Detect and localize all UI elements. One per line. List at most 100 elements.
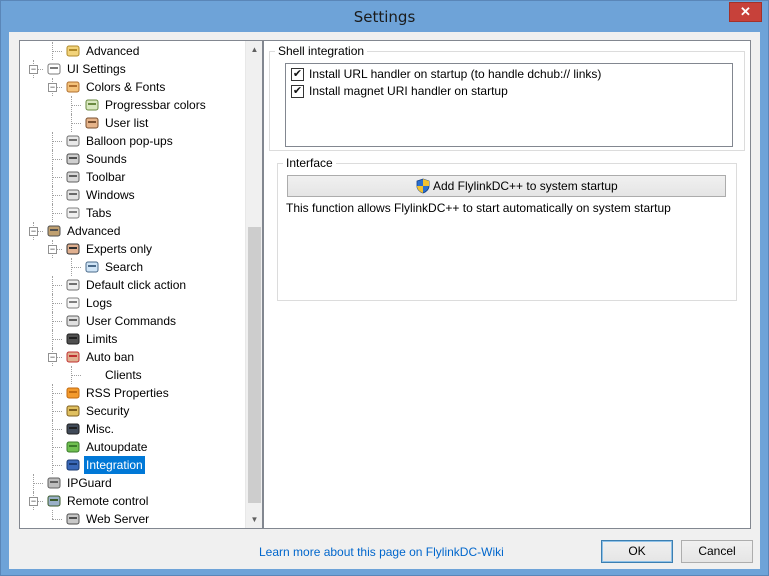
log-icon — [66, 297, 80, 309]
tree-connector — [71, 114, 72, 132]
gauge-icon — [66, 333, 80, 345]
tree-item-advanced[interactable]: Advanced — [20, 42, 246, 60]
tree-item-label: Toolbar — [86, 170, 126, 184]
tree-connector — [52, 411, 62, 412]
speaker-icon — [66, 153, 80, 165]
tree-scrollbar[interactable]: ▲ ▼ — [245, 41, 262, 528]
dialog-client-area: Advanced − UI Settings − Colors & Fonts Progr… — [9, 32, 760, 569]
shell-integration-options[interactable]: ✔ Install URL handler on startup (to han… — [285, 63, 733, 147]
tree-item-remote-control[interactable]: − Remote control — [20, 492, 246, 510]
collapse-toggle-icon[interactable]: − — [48, 245, 57, 254]
tree-item-label: Logs — [86, 296, 113, 310]
tree-connector — [52, 159, 62, 160]
tree-item-user-list[interactable]: User list — [20, 114, 246, 132]
scrollbar-thumb[interactable] — [248, 227, 261, 503]
tree-connector — [33, 483, 43, 484]
tree-item-ipguard[interactable]: IPGuard — [20, 474, 246, 492]
commands-icon — [66, 315, 80, 327]
scroll-down-arrow-icon[interactable]: ▼ — [246, 511, 262, 528]
settings-window: Settings ✕ Advanced − UI Settings − Colors &… — [0, 0, 769, 576]
tree-item-label: IPGuard — [67, 476, 112, 490]
tree-item-label: Tabs — [86, 206, 112, 220]
collapse-toggle-icon[interactable]: − — [29, 65, 38, 74]
tree-item-label: Misc. — [86, 422, 114, 436]
shell-integration-title: Shell integration — [275, 44, 368, 58]
collapse-toggle-icon[interactable]: − — [29, 227, 38, 236]
tree-connector — [52, 51, 62, 52]
tree-item-label: Balloon pop-ups — [86, 134, 173, 148]
tree-item-rss-properties[interactable]: RSS Properties — [20, 384, 246, 402]
tabs-icon — [66, 207, 80, 219]
tree-connector — [52, 195, 62, 196]
tree-connector — [71, 258, 72, 276]
settings-tree-items: Advanced − UI Settings − Colors & Fonts Progr… — [20, 41, 246, 528]
tree-item-experts-only[interactable]: − Experts only — [20, 240, 246, 258]
tree-item-toolbar[interactable]: Toolbar — [20, 168, 246, 186]
tree-item-balloon-pop-ups[interactable]: Balloon pop-ups — [20, 132, 246, 150]
tree-item-label: Advanced — [67, 224, 121, 238]
settings-tree[interactable]: Advanced − UI Settings − Colors & Fonts Progr… — [19, 40, 263, 529]
tree-item-label: Clients — [105, 368, 142, 382]
magnifier-icon — [85, 261, 99, 273]
tree-connector — [71, 96, 72, 114]
tree-item-web-server[interactable]: Web Server — [20, 510, 246, 528]
palette-icon — [66, 81, 80, 93]
tree-item-logs[interactable]: Logs — [20, 294, 246, 312]
tree-connector — [52, 330, 53, 348]
tree-item-auto-ban[interactable]: − Auto ban — [20, 348, 246, 366]
tree-item-label: Windows — [86, 188, 135, 202]
tree-item-user-commands[interactable]: User Commands — [20, 312, 246, 330]
toolbar-icon — [66, 171, 80, 183]
tree-item-integration[interactable]: Integration — [20, 455, 246, 475]
tree-item-label: Advanced — [86, 44, 140, 58]
tree-connector — [52, 510, 53, 519]
tree-item-clients[interactable]: Clients — [20, 366, 246, 384]
uac-shield-icon — [416, 178, 430, 194]
tree-connector — [71, 375, 81, 376]
tree-item-progressbar-colors[interactable]: Progressbar colors — [20, 96, 246, 114]
tree-item-security[interactable]: Security — [20, 402, 246, 420]
tree-item-search[interactable]: Search — [20, 258, 246, 276]
wiki-help-link[interactable]: Learn more about this page on FlylinkDC-… — [259, 545, 504, 559]
scroll-up-arrow-icon[interactable]: ▲ — [246, 41, 262, 58]
title-bar[interactable]: Settings ✕ — [1, 1, 768, 32]
tree-item-advanced[interactable]: − Advanced — [20, 222, 246, 240]
tree-connector — [52, 285, 62, 286]
tree-item-default-click-action[interactable]: Default click action — [20, 276, 246, 294]
tree-item-windows[interactable]: Windows — [20, 186, 246, 204]
tree-connector — [71, 267, 81, 268]
tree-item-label: Autoupdate — [86, 440, 148, 454]
tree-item-limits[interactable]: Limits — [20, 330, 246, 348]
collapse-toggle-icon[interactable]: − — [48, 353, 57, 362]
tree-item-misc[interactable]: Misc. — [20, 420, 246, 438]
tree-item-ui-settings[interactable]: − UI Settings — [20, 60, 246, 78]
tree-item-autoupdate[interactable]: Autoupdate — [20, 438, 246, 456]
tree-connector — [52, 465, 62, 466]
collapse-toggle-icon[interactable]: − — [48, 83, 57, 92]
magnet-handler-checkbox[interactable]: ✔ — [291, 85, 304, 98]
collapse-toggle-icon[interactable]: − — [29, 497, 38, 506]
tree-item-label: Progressbar colors — [105, 98, 206, 112]
tree-connector — [52, 393, 62, 394]
interface-title: Interface — [283, 156, 336, 170]
tree-item-label: Web Server — [86, 512, 150, 526]
magnet-handler-label: Install magnet URI handler on startup — [309, 84, 508, 98]
monitor-icon — [66, 423, 80, 435]
tree-item-tabs[interactable]: Tabs — [20, 204, 246, 222]
tree-connector — [52, 168, 53, 186]
tree-connector — [71, 366, 72, 384]
add-to-startup-button[interactable]: Add FlylinkDC++ to system startup — [287, 175, 726, 197]
url-handler-checkbox[interactable]: ✔ — [291, 68, 304, 81]
close-button[interactable]: ✕ — [729, 2, 762, 22]
settings-page-panel: Shell integration ✔ Install URL handler … — [263, 40, 751, 529]
tree-item-colors-fonts[interactable]: − Colors & Fonts — [20, 78, 246, 96]
expert-icon — [66, 243, 80, 255]
cancel-button[interactable]: Cancel — [681, 540, 753, 563]
tree-connector — [52, 456, 53, 474]
tree-connector — [52, 150, 53, 168]
add-to-startup-label: Add FlylinkDC++ to system startup — [433, 179, 618, 193]
ok-button[interactable]: OK — [601, 540, 673, 563]
tree-connector — [52, 132, 53, 150]
tree-connector — [52, 303, 62, 304]
tree-item-sounds[interactable]: Sounds — [20, 150, 246, 168]
